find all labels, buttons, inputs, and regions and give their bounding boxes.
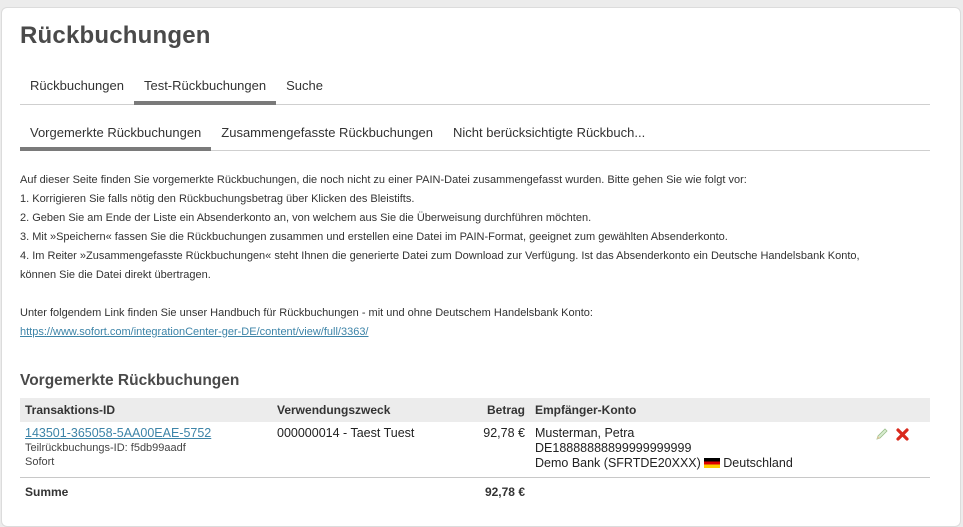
refunds-table: Transaktions-ID Verwendungszweck Betrag … — [20, 398, 930, 506]
section-title: Vorgemerkte Rückbuchungen — [20, 372, 240, 389]
description-step: 4. Im Reiter »Zusammengefasste Rückbuchu… — [20, 250, 860, 262]
description-step: 2. Geben Sie am Ende der Liste ein Absen… — [20, 212, 592, 224]
table-header: Transaktions-ID Verwendungszweck Betrag … — [20, 398, 930, 422]
tab-vorgemerkte[interactable]: Vorgemerkte Rückbuchungen — [20, 118, 212, 151]
pencil-icon[interactable] — [874, 426, 890, 442]
header-recipient: Empfänger-Konto — [535, 403, 637, 417]
tab-zusammengefasste[interactable]: Zusammengefasste Rückbuchungen — [211, 118, 443, 150]
recipient-cell: Musterman, Petra DE18888888899999999999 … — [525, 426, 865, 477]
description-step: 1. Korrigieren Sie falls nötig den Rückb… — [20, 193, 415, 205]
recipient-iban: DE18888888899999999999 — [535, 441, 692, 455]
recipient-name: Musterman, Petra — [535, 426, 635, 440]
sum-label: Summe — [25, 485, 69, 499]
recipient-bank-line: Demo Bank (SFRTDE20XXX) Deutschland — [535, 456, 865, 471]
header-transaction-id: Transaktions-ID — [25, 403, 116, 417]
page-title: Rückbuchungen — [20, 22, 211, 49]
handbook-link[interactable]: https://www.sofort.com/integrationCenter… — [20, 326, 369, 338]
primary-tabs: Rückbuchungen Test-Rückbuchungen Suche — [20, 72, 930, 105]
provider: Sofort — [25, 456, 55, 468]
purpose-cell: 000000014 - Taest Tuest — [277, 426, 415, 440]
recipient-bank: Demo Bank (SFRTDE20XXX) — [535, 456, 701, 470]
description-step: 3. Mit »Speichern« fassen Sie die Rückbu… — [20, 231, 728, 243]
handbook-text: Unter folgendem Link finden Sie unser Ha… — [20, 307, 593, 319]
row-actions — [865, 426, 930, 477]
table-row: 143501-365058-5AA00EAE-5752 Teilrückbuch… — [20, 422, 930, 478]
header-amount: Betrag — [486, 403, 525, 417]
tab-test-rueckbuchungen[interactable]: Test-Rückbuchungen — [133, 72, 277, 105]
header-purpose: Verwendungszweck — [277, 403, 391, 417]
secondary-tabs: Vorgemerkte Rückbuchungen Zusammengefass… — [20, 118, 930, 151]
recipient-country: Deutschland — [723, 456, 793, 470]
delete-x-icon[interactable] — [894, 426, 910, 442]
amount-cell: 92,78 € — [483, 426, 525, 440]
description-step: können Sie die Datei direkt übertragen. — [20, 269, 211, 281]
partial-refund-id: Teilrückbuchungs-ID: f5db99aadf — [25, 442, 186, 454]
transaction-id-link[interactable]: 143501-365058-5AA00EAE-5752 — [25, 426, 272, 441]
sum-row: Summe 92,78 € — [20, 478, 930, 506]
tab-rueckbuchungen[interactable]: Rückbuchungen — [20, 72, 134, 104]
tab-suche[interactable]: Suche — [276, 72, 333, 104]
description: Auf dieser Seite finden Sie vorgemerkte … — [20, 171, 930, 342]
germany-flag-icon — [704, 458, 721, 468]
tab-nicht-beruecksichtigte[interactable]: Nicht berücksichtigte Rückbuch... — [443, 118, 655, 150]
description-intro: Auf dieser Seite finden Sie vorgemerkte … — [20, 174, 747, 186]
sum-amount: 92,78 € — [484, 485, 525, 499]
